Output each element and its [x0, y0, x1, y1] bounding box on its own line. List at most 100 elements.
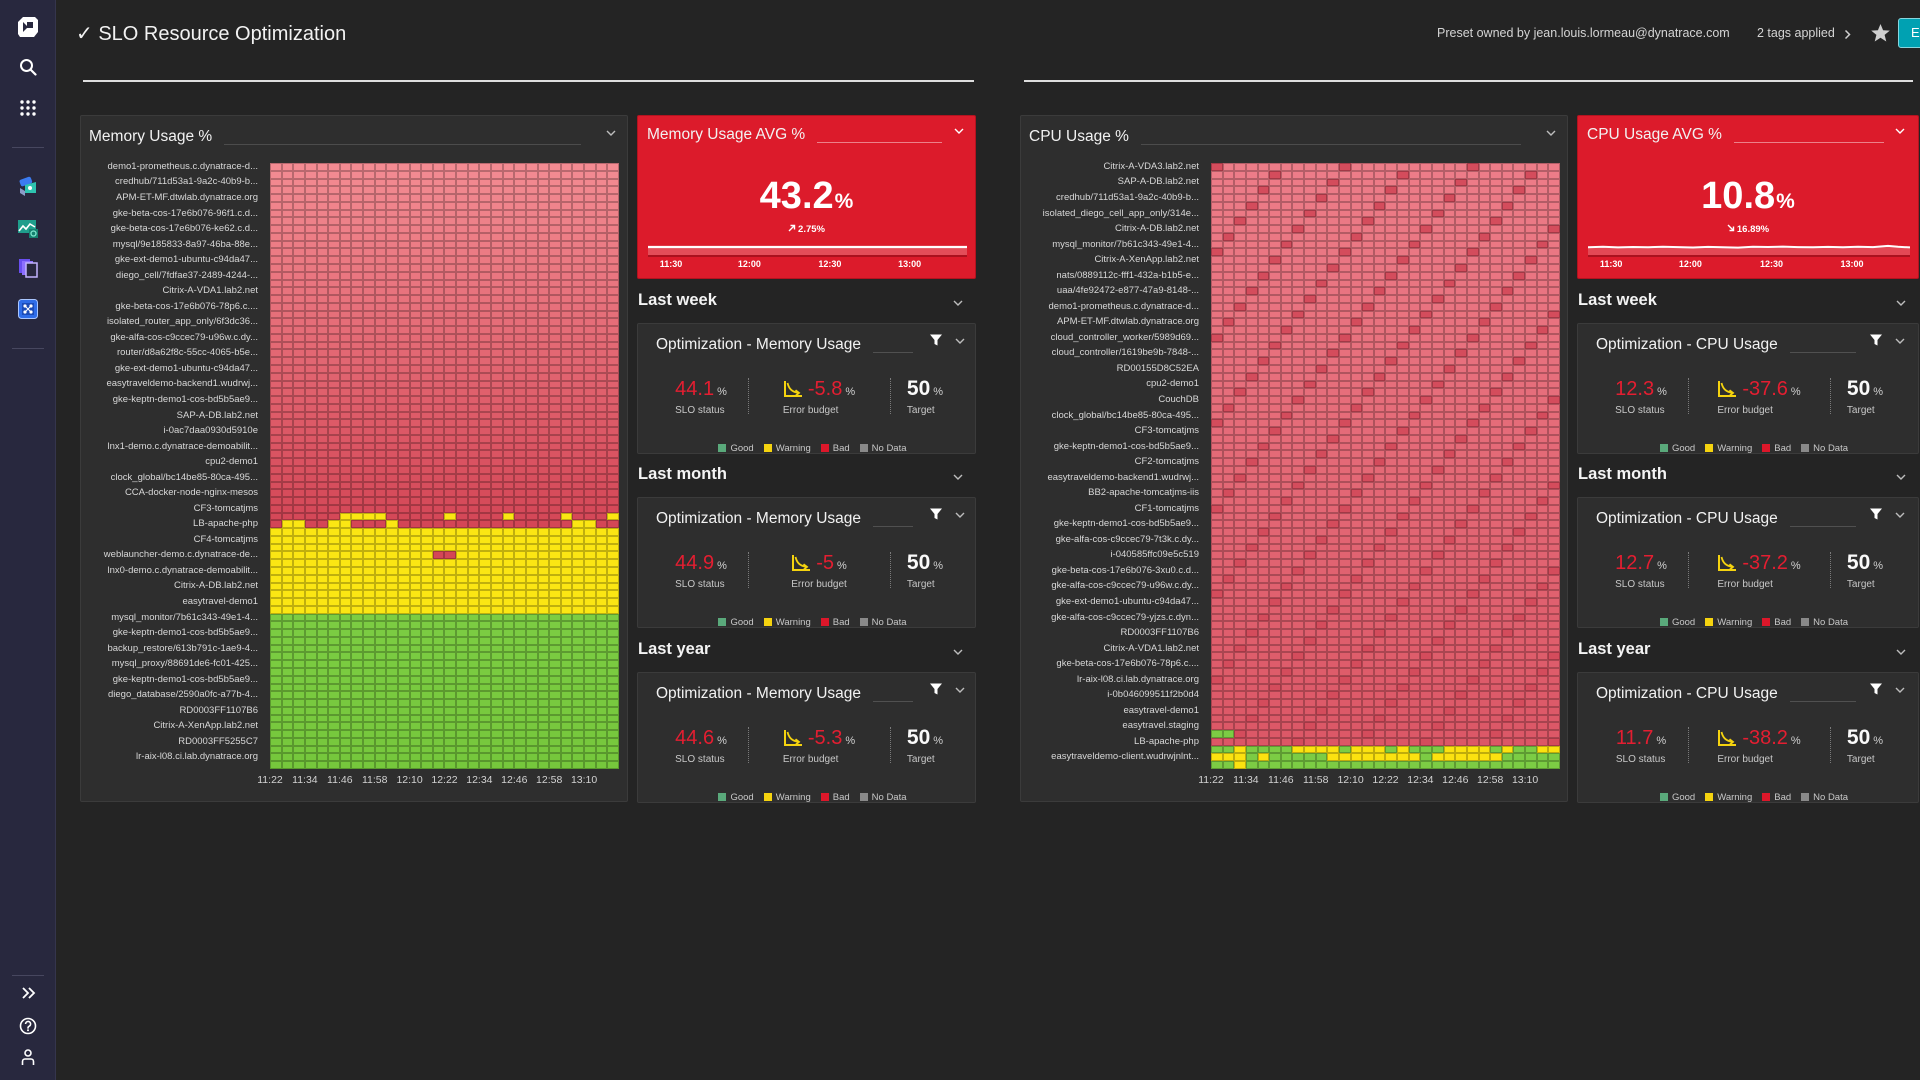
- filter-icon[interactable]: [929, 682, 943, 696]
- heatmap-cell: [595, 279, 608, 288]
- heatmap-cell: [1397, 380, 1409, 389]
- chevron-right-icon[interactable]: [1844, 27, 1851, 45]
- chevron-down-icon[interactable]: [952, 647, 964, 657]
- chevron-down-icon[interactable]: [953, 126, 965, 136]
- heatmap-cell: [456, 419, 468, 428]
- heatmap-cell: [328, 295, 340, 303]
- heatmap-cell: [444, 225, 457, 233]
- heatmap-cell: [1269, 225, 1281, 233]
- chevron-down-icon[interactable]: [605, 128, 617, 138]
- favorite-star-icon[interactable]: [1870, 23, 1891, 48]
- user-icon[interactable]: [0, 1042, 56, 1072]
- heatmap-cell: [1211, 598, 1223, 606]
- edit-button[interactable]: E: [1898, 18, 1920, 48]
- heatmap-cell: [1443, 310, 1456, 319]
- heatmap-cell: [1385, 365, 1398, 373]
- heatmap-cell: [351, 598, 364, 606]
- chevron-down-icon[interactable]: [952, 298, 964, 308]
- heatmap-cell: [1385, 730, 1398, 738]
- filter-icon[interactable]: [929, 333, 943, 347]
- workflows-app-icon[interactable]: [0, 294, 56, 324]
- heatmap-cell: [1234, 365, 1246, 373]
- heatmap-cell: [1280, 590, 1293, 599]
- heatmap-cell: [514, 551, 526, 560]
- heatmap-cell: [1548, 287, 1560, 296]
- heatmap-cell: [456, 349, 468, 358]
- heatmap-cell: [1420, 636, 1433, 645]
- heatmap-cell: [1373, 644, 1386, 653]
- apps-grid-icon[interactable]: [0, 93, 56, 123]
- heatmap-cell: [502, 706, 515, 715]
- heatmap-cell: [1385, 582, 1398, 591]
- heatmap-cell: [549, 248, 561, 257]
- filter-icon[interactable]: [1869, 333, 1883, 347]
- slo-tile[interactable]: Optimization - CPU Usage 12.3% SLO statu…: [1577, 323, 1919, 454]
- heatmap-cell: [1269, 240, 1281, 249]
- chevron-down-icon[interactable]: [1545, 128, 1557, 138]
- heatmap-cell: [374, 473, 387, 482]
- heatmap-cell: [1478, 473, 1491, 482]
- chevron-down-icon[interactable]: [1895, 298, 1907, 308]
- heatmap-cell: [1455, 318, 1467, 327]
- chevron-down-icon[interactable]: [954, 510, 966, 520]
- heatmap-cell: [1513, 691, 1526, 700]
- heatmap-cell: [304, 396, 317, 404]
- slo-tile[interactable]: Optimization - Memory Usage 44.6% SLO st…: [637, 672, 976, 803]
- heatmap-cell: [351, 163, 364, 171]
- heatmap-cell: [386, 644, 398, 653]
- heatmap-cell: [1315, 567, 1328, 575]
- memory-usage-avg-tile[interactable]: Memory Usage AVG % 43.2% 2.75% 11:30 12:…: [637, 115, 976, 279]
- heatmap-cell: [1280, 248, 1293, 257]
- heatmap-cell: [1536, 473, 1549, 482]
- search-icon[interactable]: [0, 52, 56, 82]
- heatmap-cell: [421, 194, 433, 202]
- dynatrace-logo-icon[interactable]: [0, 12, 56, 42]
- heatmap-cell: [1478, 497, 1491, 505]
- heatmap-row-label: mysql_monitor/7b61c343-49e1-4...: [111, 611, 258, 623]
- expand-icon[interactable]: [0, 978, 56, 1008]
- heatmap-cell: [293, 450, 305, 459]
- chevron-down-icon[interactable]: [954, 685, 966, 695]
- heatmap-cell: [514, 279, 526, 288]
- dashboards-app-icon[interactable]: [0, 213, 56, 243]
- heatmap-cell: [491, 256, 503, 264]
- heatmap-cell: [1292, 706, 1305, 715]
- heatmap-cell: [1362, 287, 1374, 296]
- heatmap-cell: [1548, 357, 1560, 365]
- heatmap-cell: [1501, 341, 1514, 350]
- help-icon[interactable]: [0, 1011, 56, 1041]
- chevron-down-icon[interactable]: [952, 472, 964, 482]
- heatmap-cell: [409, 186, 422, 195]
- layers-app-icon[interactable]: [0, 253, 56, 283]
- heatmap-cell: [1397, 567, 1409, 575]
- filter-icon[interactable]: [929, 507, 943, 521]
- heatmap-cell: [363, 217, 375, 226]
- heatmap-cell: [1373, 559, 1386, 567]
- slo-tile[interactable]: Optimization - Memory Usage 44.1% SLO st…: [637, 323, 976, 454]
- heatmap-cell: [1292, 504, 1305, 513]
- slo-tile[interactable]: Optimization - Memory Usage 44.9% SLO st…: [637, 497, 976, 628]
- heatmap-cell: [339, 551, 352, 560]
- chevron-down-icon[interactable]: [954, 336, 966, 346]
- heatmap-cell: [293, 232, 305, 241]
- heatmap-cell: [1315, 714, 1328, 723]
- heatmap-cell: [1292, 240, 1305, 249]
- heatmap-cell: [1338, 411, 1351, 420]
- chevron-down-icon[interactable]: [1894, 336, 1906, 346]
- heatmap-cell: [1292, 256, 1305, 264]
- heatmap-cell: [607, 737, 619, 746]
- chevron-down-icon[interactable]: [1894, 126, 1906, 136]
- heatmap-cell: [363, 279, 375, 288]
- heatmap-cell: [397, 419, 410, 428]
- heatmap-cell: [409, 605, 422, 614]
- heatmap-cell: [1327, 761, 1339, 769]
- heatmap-cell: [549, 310, 561, 319]
- heatmap-cell: [1420, 388, 1433, 397]
- infrastructure-app-icon[interactable]: [0, 172, 56, 202]
- heatmap-cell: [1315, 209, 1328, 218]
- tags-applied-link[interactable]: 2 tags applied: [1757, 25, 1835, 41]
- heatmap-cell: [502, 302, 515, 311]
- heatmap-cell: [1385, 170, 1398, 179]
- target-label: Target: [906, 579, 935, 590]
- cpu-usage-avg-tile[interactable]: CPU Usage AVG % 10.8% 16.89% 11:30 12:00…: [1577, 115, 1919, 279]
